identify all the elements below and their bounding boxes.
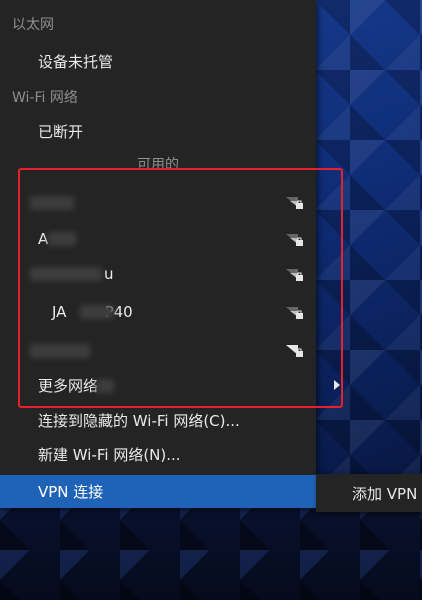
connect-hidden-network-label: 连接到隐藏的 Wi-Fi 网络(C)... <box>38 411 240 430</box>
vpn-connections-label: VPN 连接 <box>38 483 104 501</box>
annotation-highlight-box <box>18 168 343 408</box>
new-wifi-network-label: 新建 Wi-Fi 网络(N)... <box>38 445 181 464</box>
wifi-header-label: Wi-Fi 网络 <box>12 90 78 106</box>
wifi-status: 已断开 <box>0 115 354 147</box>
ethernet-header: 以太网 <box>0 8 328 40</box>
new-wifi-network-item[interactable]: 新建 Wi-Fi 网络(N)... <box>0 438 354 470</box>
ethernet-status: 设备未托管 <box>0 45 354 77</box>
add-vpn-label: 添加 VPN <box>352 484 418 503</box>
ethernet-status-label: 设备未托管 <box>38 52 114 71</box>
wifi-status-label: 已断开 <box>38 122 84 141</box>
add-vpn-item[interactable]: 添加 VPN <box>316 477 422 509</box>
wifi-header: Wi-Fi 网络 <box>0 81 328 113</box>
connect-hidden-network-item[interactable]: 连接到隐藏的 Wi-Fi 网络(C)... <box>0 404 354 436</box>
vpn-connections-item[interactable]: VPN 连接 <box>0 475 340 508</box>
vpn-submenu: 添加 VPN <box>316 474 422 512</box>
ethernet-header-label: 以太网 <box>12 17 54 33</box>
vpn-row-inner: VPN 连接 <box>0 475 354 508</box>
